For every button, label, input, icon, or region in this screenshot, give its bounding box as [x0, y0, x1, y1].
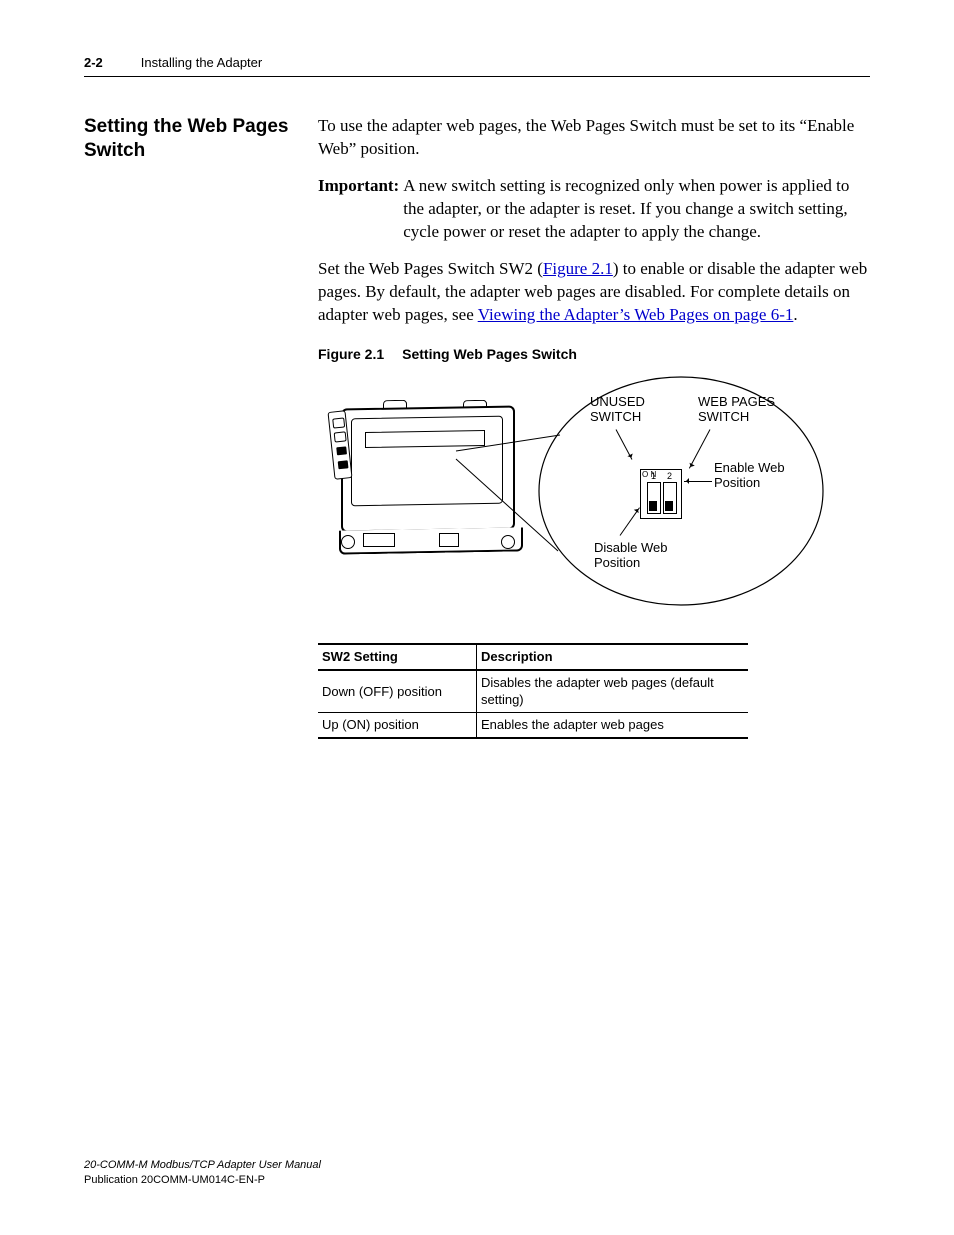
label-disable-position: Disable Web Position	[594, 541, 667, 571]
important-label: Important:	[318, 175, 403, 244]
body-text: Set the Web Pages Switch SW2 (	[318, 259, 543, 278]
figure-illustration: UNUSED SWITCH WEB PAGES SWITCH Enable We…	[318, 377, 828, 617]
chapter-title: Installing the Adapter	[141, 55, 262, 70]
link-figure-2-1[interactable]: Figure 2.1	[543, 259, 613, 278]
publication-id: Publication 20COMM-UM014C-EN-P	[84, 1173, 321, 1187]
zoom-leader-lines-icon	[448, 433, 568, 553]
table-header: Description	[477, 644, 749, 670]
table-cell: Down (OFF) position	[318, 670, 477, 713]
dip-switch-icon: O N 1 2	[640, 469, 682, 519]
figure-caption: Figure 2.1 Setting Web Pages Switch	[318, 345, 870, 364]
important-text: A new switch setting is recognized only …	[403, 175, 870, 244]
table-header-row: SW2 Setting Description	[318, 644, 748, 670]
label-web-pages-switch: WEB PAGES SWITCH	[698, 395, 775, 425]
body-text: .	[793, 305, 797, 324]
table-cell: Disables the adapter web pages (default …	[477, 670, 749, 713]
section-heading: Setting the Web Pages Switch	[84, 115, 308, 163]
zoom-callout: UNUSED SWITCH WEB PAGES SWITCH Enable We…	[536, 373, 826, 609]
table-row: Down (OFF) position Disables the adapter…	[318, 670, 748, 713]
page-number: 2-2	[84, 55, 103, 70]
table-cell: Up (ON) position	[318, 713, 477, 738]
label-unused-switch: UNUSED SWITCH	[590, 395, 645, 425]
page-footer: 20-COMM-M Modbus/TCP Adapter User Manual…	[84, 1158, 321, 1187]
label-enable-position: Enable Web Position	[714, 461, 785, 491]
arrow-icon	[684, 481, 712, 482]
figure-title: Setting Web Pages Switch	[402, 346, 577, 362]
figure-number: Figure 2.1	[318, 346, 384, 362]
intro-paragraph: To use the adapter web pages, the Web Pa…	[318, 115, 870, 161]
important-note: Important: A new switch setting is recog…	[318, 175, 870, 244]
table-row: Up (ON) position Enables the adapter web…	[318, 713, 748, 738]
sw2-setting-table: SW2 Setting Description Down (OFF) posit…	[318, 643, 748, 738]
body-paragraph: Set the Web Pages Switch SW2 (Figure 2.1…	[318, 258, 870, 327]
manual-title: 20-COMM-M Modbus/TCP Adapter User Manual	[84, 1158, 321, 1172]
link-viewing-web-pages[interactable]: Viewing the Adapter’s Web Pages on page …	[478, 305, 794, 324]
table-header: SW2 Setting	[318, 644, 477, 670]
table-cell: Enables the adapter web pages	[477, 713, 749, 738]
running-header: 2-2 Installing the Adapter	[84, 55, 870, 77]
